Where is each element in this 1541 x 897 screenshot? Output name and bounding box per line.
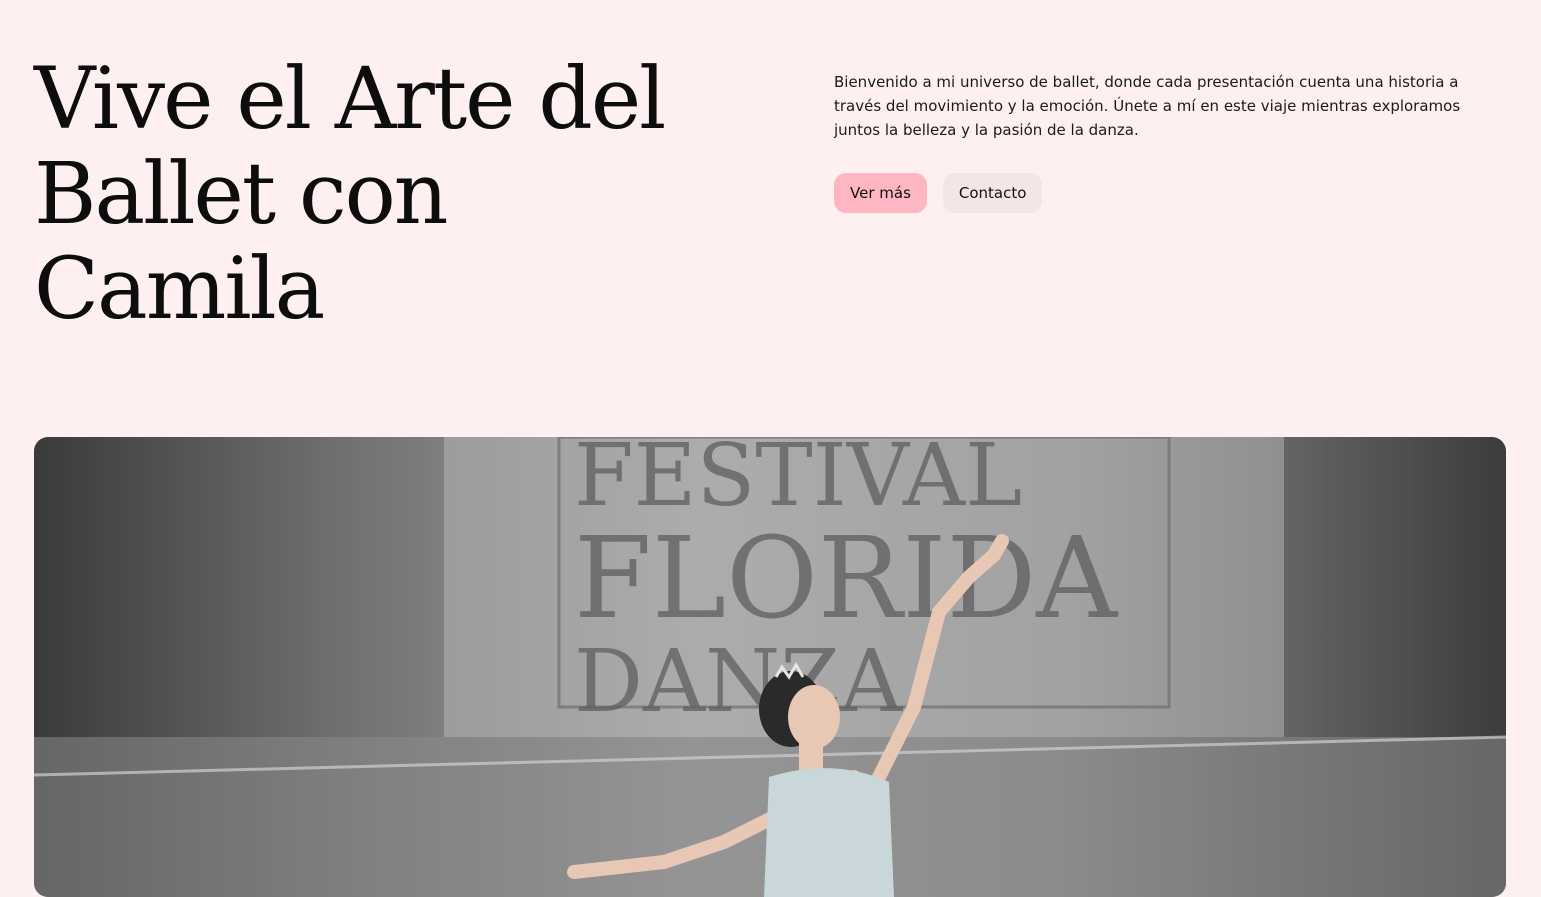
hero-title-line-2: Ballet con bbox=[34, 145, 449, 244]
hero-title: Vive el Arte del Ballet con Camila bbox=[34, 52, 734, 337]
hero-actions: Ver más Contacto bbox=[834, 173, 1043, 213]
ver-mas-button[interactable]: Ver más bbox=[834, 173, 927, 213]
banner-text-danza: DANZA bbox=[574, 632, 903, 732]
banner-text-florida: FLORIDA bbox=[574, 514, 1118, 644]
ballet-photo-scene: FESTIVAL FLORIDA DANZA bbox=[34, 437, 1506, 897]
hero-title-line-3: Camila bbox=[34, 240, 325, 339]
intro-text: Bienvenido a mi universo de ballet, dond… bbox=[834, 73, 1461, 139]
ballet-photo: FESTIVAL FLORIDA DANZA bbox=[34, 437, 1506, 897]
hero-title-line-1: Vive el Arte del bbox=[34, 50, 666, 149]
banner-text-festival: FESTIVAL bbox=[574, 437, 1022, 526]
contacto-button[interactable]: Contacto bbox=[942, 173, 1043, 213]
